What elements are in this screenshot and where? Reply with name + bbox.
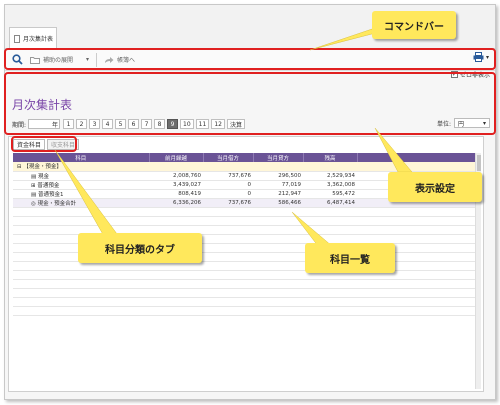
document-icon	[14, 34, 20, 43]
scrollbar-thumb[interactable]	[477, 155, 481, 171]
account-name: 現金	[37, 173, 49, 180]
chevron-down-icon: ▾	[86, 56, 90, 63]
unit-selector: 単位: 円 ▾	[437, 118, 490, 128]
period-label: 期間:	[12, 121, 27, 129]
month-button-11[interactable]: 11	[195, 119, 210, 129]
printer-icon	[473, 52, 484, 62]
month-button-7[interactable]: 7	[141, 119, 153, 129]
month-button-12[interactable]: 12	[211, 119, 225, 129]
unit-select[interactable]: 円 ▾	[454, 118, 490, 128]
col-header-debit: 当月借方	[203, 153, 254, 162]
year-select[interactable]: 年	[28, 119, 61, 129]
account-icon: ▤	[31, 191, 38, 198]
month-button-9-selected[interactable]: 9	[167, 119, 179, 129]
tab-income-accounts[interactable]: 収支科目	[47, 139, 80, 150]
ledger-label: 帳簿へ	[117, 57, 136, 64]
col-header-blank	[357, 153, 479, 162]
document-tab[interactable]: 月次集計表	[9, 27, 57, 49]
unit-value: 円	[458, 120, 465, 128]
category-name: 【現金・預金】	[23, 164, 62, 171]
month-button-5[interactable]: 5	[115, 119, 127, 129]
chevron-down-icon: ▾	[482, 119, 486, 127]
month-button-2[interactable]: 2	[76, 119, 88, 129]
col-header-prev-balance: 前月繰越	[149, 153, 204, 162]
unit-label: 単位:	[436, 120, 451, 128]
callout-command-bar: コマンドバー	[372, 11, 456, 39]
zero-hide-toggle[interactable]: ✓ ゼロ非表示	[450, 70, 490, 79]
document-tab-label: 月次集計表	[23, 36, 54, 43]
month-button-6[interactable]: 6	[128, 119, 140, 129]
go-to-ledger-button[interactable]: 帳簿へ	[100, 52, 139, 68]
toolbar-divider	[96, 52, 98, 67]
account-icon: ▤	[31, 173, 38, 180]
callout-category-tabs: 科目分類のタブ	[78, 233, 202, 263]
callout-account-list: 科目一覧	[305, 243, 395, 273]
forward-arrow-icon	[105, 56, 114, 63]
report-title: 月次集計表	[12, 98, 73, 112]
month-button-1[interactable]: 1	[63, 119, 75, 129]
month-button-10[interactable]: 10	[180, 119, 194, 129]
table-row[interactable]: ⊟ 【現金・預金】	[13, 162, 479, 172]
total-name: 現金・預金合計	[37, 200, 77, 207]
checkbox-checked-icon[interactable]: ✓	[450, 71, 458, 78]
chevron-down-icon: ▾	[485, 53, 489, 61]
category-tabs: 資金科目 収支科目	[13, 139, 80, 150]
col-header-balance: 残高	[303, 153, 358, 162]
expand-label: 補助の展開	[43, 57, 74, 64]
print-button[interactable]: ▾	[473, 52, 489, 62]
folder-icon	[30, 56, 40, 64]
month-button-8[interactable]: 8	[154, 119, 166, 129]
zero-hide-label: ゼロ非表示	[459, 72, 490, 79]
tab-fund-accounts[interactable]: 資金科目	[13, 139, 46, 150]
table-header: 科目 前月繰越 当月借方 当月貸方 残高	[13, 153, 479, 162]
period-selector: 期間: 年 1 2 3 4 5 6 7 8 9 10 11 12 決算	[12, 119, 247, 129]
account-name: 普通預金	[37, 182, 60, 189]
callout-settings: 表示設定	[388, 172, 482, 202]
search-icon[interactable]	[8, 51, 26, 69]
expand-sub-accounts-button[interactable]: 補助の展開 ▾	[26, 52, 93, 68]
command-bar: 補助の展開 ▾ 帳簿へ ▾	[5, 49, 495, 71]
col-header-account: 科目	[13, 153, 150, 162]
month-button-3[interactable]: 3	[89, 119, 101, 129]
month-button-closing[interactable]: 決算	[226, 119, 245, 129]
col-header-credit: 当月貸方	[253, 153, 304, 162]
month-button-4[interactable]: 4	[102, 119, 114, 129]
account-name: 普通預金1	[37, 191, 64, 198]
